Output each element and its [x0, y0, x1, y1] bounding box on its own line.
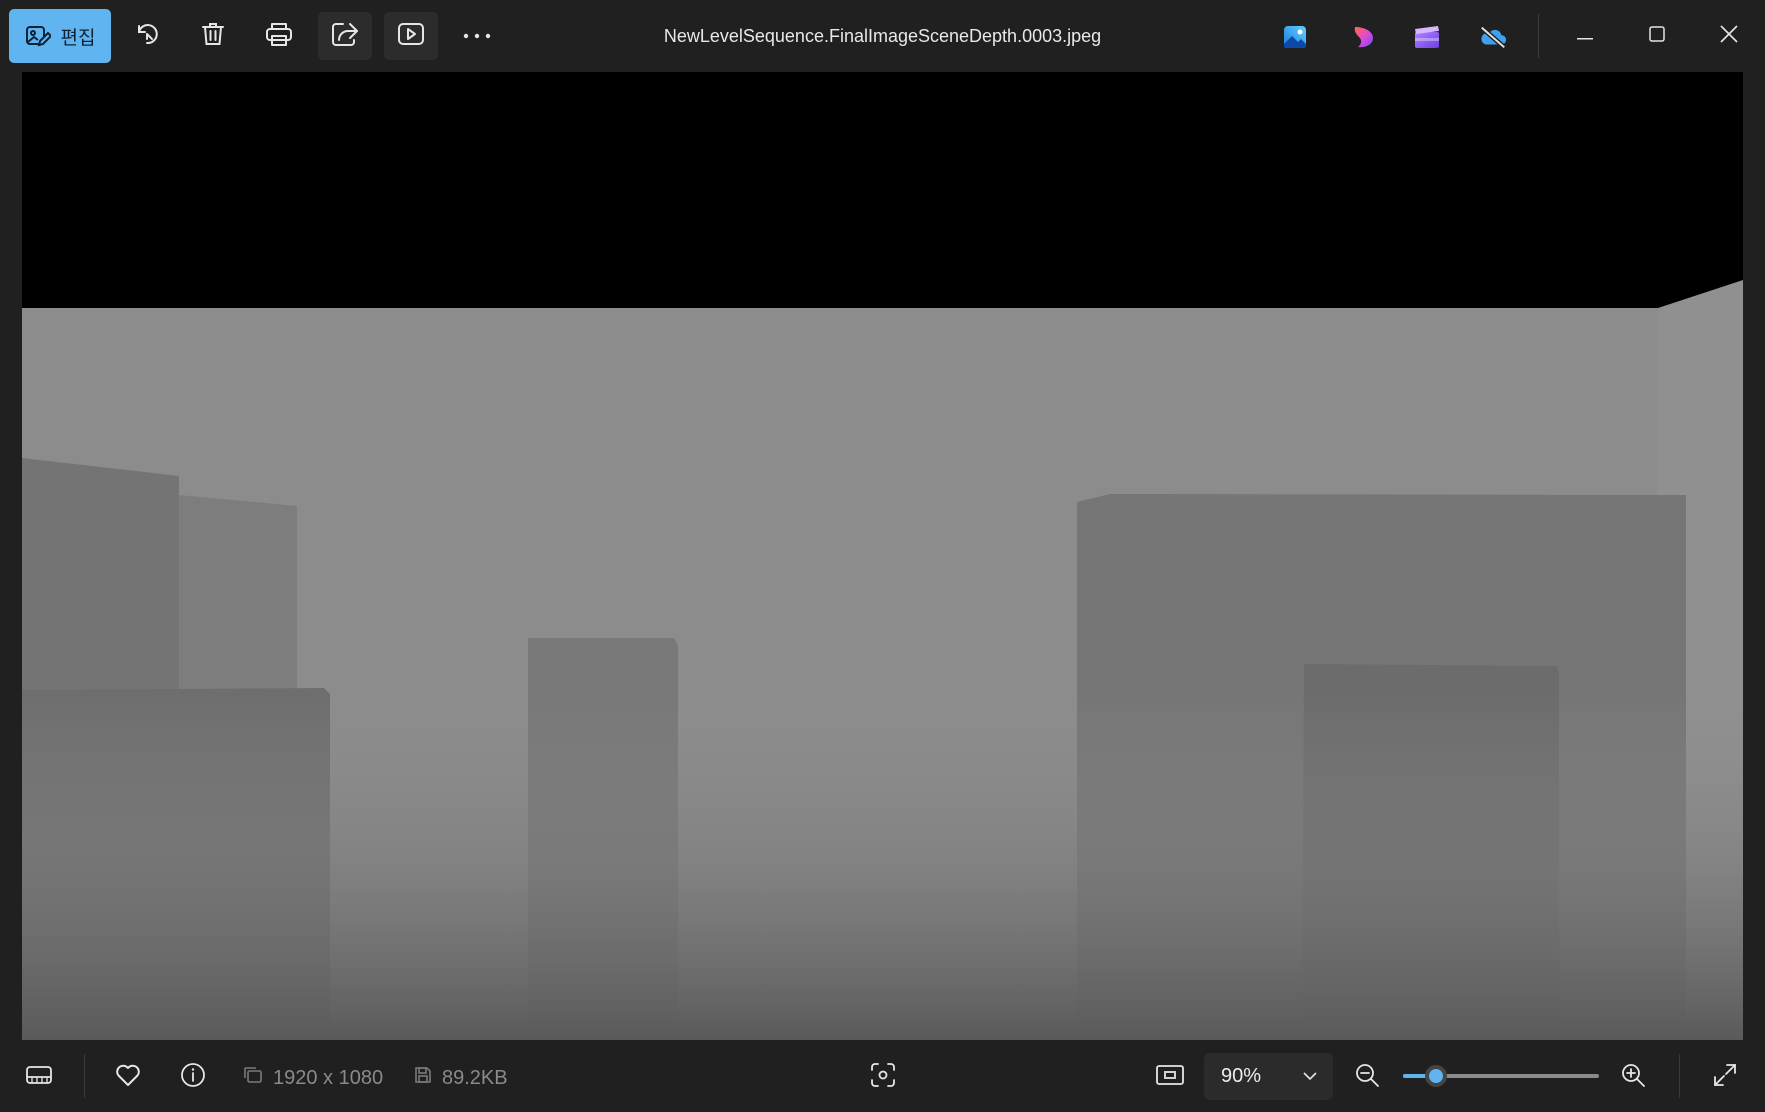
visual-search-button[interactable] [858, 1052, 908, 1102]
image-canvas[interactable] [22, 72, 1743, 1040]
more-button[interactable] [450, 12, 504, 60]
top-toolbar: 편집 NewLevelSequence.FinalImageSceneDepth… [0, 0, 1765, 72]
image-dimensions: 1920 x 1080 [243, 1064, 383, 1092]
file-size-text: 89.2KB [442, 1066, 508, 1089]
window-title: NewLevelSequence.FinalImageSceneDepth.00… [663, 25, 1102, 46]
favorite-button[interactable] [103, 1052, 153, 1102]
info-button[interactable] [168, 1052, 218, 1102]
chevron-down-icon [1303, 1072, 1317, 1081]
trash-icon [200, 21, 226, 52]
file-size: 89.2KB [414, 1064, 508, 1092]
divider [1679, 1054, 1680, 1098]
zoom-slider-thumb[interactable] [1425, 1065, 1447, 1087]
expand-icon [1713, 1063, 1737, 1092]
filmstrip-icon [26, 1064, 52, 1091]
depth-image [22, 72, 1743, 1040]
fullscreen-button[interactable] [1700, 1052, 1750, 1102]
info-icon [180, 1062, 206, 1093]
dimensions-icon [243, 1066, 263, 1090]
more-icon [462, 27, 492, 45]
divider [84, 1054, 85, 1098]
close-button[interactable] [1694, 0, 1764, 72]
close-icon [1720, 24, 1738, 48]
minimize-button[interactable] [1550, 0, 1620, 72]
clipchamp-icon[interactable] [1412, 22, 1442, 52]
actual-size-button[interactable] [1145, 1052, 1195, 1102]
minimize-icon [1577, 27, 1593, 45]
play-icon [397, 21, 425, 52]
rotate-button[interactable] [120, 12, 174, 60]
scan-icon [870, 1062, 896, 1093]
edit-button[interactable]: 편집 [9, 9, 111, 63]
delete-button[interactable] [186, 12, 240, 60]
divider [1538, 14, 1539, 58]
zoom-slider[interactable] [1403, 1065, 1599, 1087]
save-icon [414, 1066, 432, 1090]
share-button[interactable] [318, 12, 372, 60]
photos-app-icon[interactable] [1280, 22, 1310, 52]
edit-image-icon [25, 23, 51, 49]
edit-label: 편집 [60, 27, 96, 49]
printer-icon [265, 21, 293, 52]
zoom-out-icon [1354, 1062, 1380, 1093]
zoom-dropdown[interactable]: 90% [1204, 1053, 1333, 1100]
filmstrip-button[interactable] [14, 1052, 64, 1102]
heart-icon [115, 1063, 141, 1092]
maximize-button[interactable] [1622, 0, 1692, 72]
onedrive-off-icon[interactable] [1478, 22, 1508, 52]
zoom-in-button[interactable] [1608, 1052, 1658, 1102]
fit-screen-icon [1156, 1064, 1184, 1091]
dimensions-text: 1920 x 1080 [273, 1066, 384, 1089]
maximize-icon [1649, 25, 1665, 47]
print-button[interactable] [252, 12, 306, 60]
zoom-out-button[interactable] [1342, 1052, 1392, 1102]
slideshow-button[interactable] [384, 12, 438, 60]
zoom-value: 90% [1221, 1065, 1262, 1087]
zoom-in-icon [1620, 1062, 1646, 1093]
rotate-icon [133, 20, 161, 53]
copilot-icon[interactable] [1348, 22, 1378, 52]
share-icon [331, 21, 359, 52]
